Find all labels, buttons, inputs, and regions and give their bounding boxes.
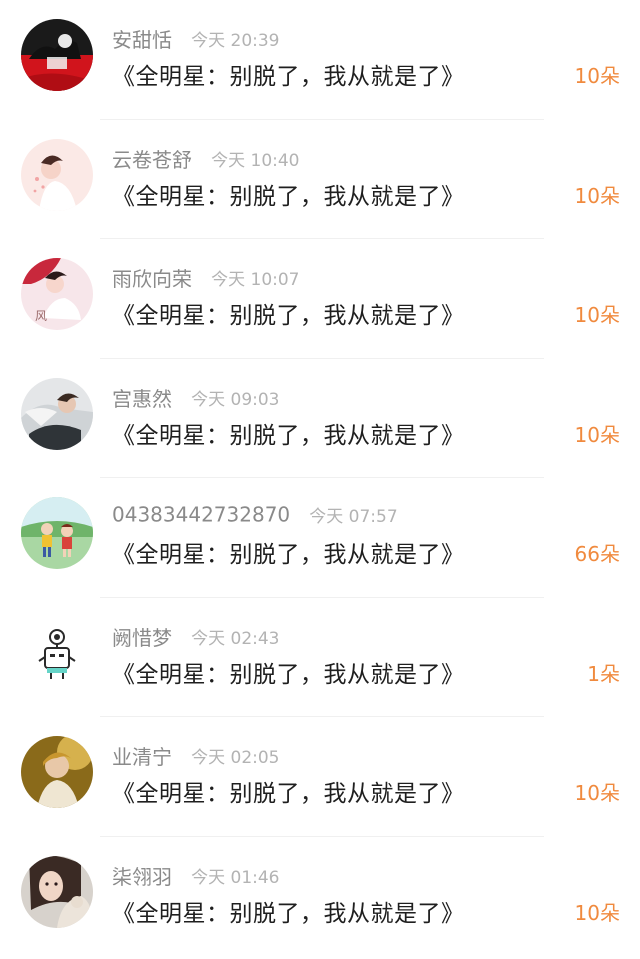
timestamp: 今天 01:46 <box>191 867 280 888</box>
avatar[interactable] <box>21 855 93 928</box>
flower-count: 10朵 <box>574 183 620 208</box>
user-name[interactable]: 宫惠然 <box>112 387 172 411</box>
user-avatar-photo-girl-icon <box>21 855 93 928</box>
flower-count: 10朵 <box>574 303 620 327</box>
gift-title: 《全明星：别脱了，我从就是了》 <box>112 183 465 210</box>
gift-title: 《全明星：别脱了，我从就是了》 <box>112 900 465 927</box>
user-name[interactable]: 04383442732870 <box>112 503 290 527</box>
flower-count: 66朵 <box>574 542 620 566</box>
list-item[interactable]: 云卷苍舒 今天 10:40 《全明星：别脱了，我从就是了》 10朵 <box>0 120 640 239</box>
avatar[interactable] <box>21 138 93 211</box>
item-meta: 云卷苍舒 今天 10:40 <box>112 144 300 172</box>
flower-count: 10朵 <box>574 64 620 88</box>
user-name[interactable]: 雨欣向荣 <box>112 267 192 291</box>
list-item[interactable]: 风 雨欣向荣 今天 10:07 《全明星：别脱了，我从就是了》 10朵 <box>0 239 640 359</box>
user-name[interactable]: 安甜恬 <box>112 28 172 52</box>
timestamp: 今天 10:40 <box>211 150 300 171</box>
flower-count: 10朵 <box>574 900 620 925</box>
timestamp: 今天 07:57 <box>309 507 398 527</box>
user-avatar-robot-icon <box>21 616 93 689</box>
timestamp: 今天 02:43 <box>191 628 280 649</box>
item-meta: 业清宁 今天 02:05 <box>112 741 280 769</box>
avatar[interactable] <box>21 19 93 91</box>
list-item[interactable]: 04383442732870 今天 07:57 《全明星：别脱了，我从就是了》 … <box>0 478 640 598</box>
avatar[interactable]: 风 <box>21 258 93 330</box>
item-meta: 阙惜梦 今天 02:43 <box>112 622 280 650</box>
list-item[interactable]: 业清宁 今天 02:05 《全明星：别脱了，我从就是了》 10朵 <box>0 717 640 837</box>
flower-count: 10朵 <box>574 781 620 805</box>
user-name[interactable]: 云卷苍舒 <box>112 148 192 172</box>
timestamp: 今天 10:07 <box>211 270 300 290</box>
list-item[interactable]: 阙惜梦 今天 02:43 《全明星：别脱了，我从就是了》 1朵 <box>0 598 640 717</box>
item-meta: 柒翎羽 今天 01:46 <box>112 861 280 889</box>
user-avatar-red-icon <box>21 19 93 91</box>
timestamp: 今天 09:03 <box>191 389 280 410</box>
gift-title: 《全明星：别脱了，我从就是了》 <box>112 661 465 688</box>
gift-title: 《全明星：别脱了，我从就是了》 <box>112 542 465 568</box>
avatar[interactable] <box>21 736 93 808</box>
item-meta: 宫惠然 今天 09:03 <box>112 383 280 411</box>
item-meta: 04383442732870 今天 07:57 <box>112 502 398 528</box>
item-meta: 雨欣向荣 今天 10:07 <box>112 263 300 291</box>
flower-count: 1朵 <box>587 661 620 686</box>
user-name[interactable]: 阙惜梦 <box>112 626 172 650</box>
gift-title: 《全明星：别脱了，我从就是了》 <box>112 303 465 329</box>
gift-title: 《全明星：别脱了，我从就是了》 <box>112 781 465 807</box>
svg-text:风: 风 <box>35 309 47 323</box>
flower-count: 10朵 <box>574 422 620 447</box>
gift-title: 《全明星：别脱了，我从就是了》 <box>112 64 465 90</box>
user-avatar-illustration-feng-icon: 风 <box>21 258 93 330</box>
item-meta: 安甜恬 今天 20:39 <box>112 24 280 52</box>
user-avatar-photo-child-icon <box>21 736 93 808</box>
list-item[interactable]: 安甜恬 今天 20:39 《全明星：别脱了，我从就是了》 10朵 <box>0 0 640 120</box>
user-name[interactable]: 柒翎羽 <box>112 865 172 889</box>
user-avatar-cartoon-kids-icon <box>21 497 93 569</box>
avatar[interactable] <box>21 377 93 450</box>
list-item[interactable]: 宫惠然 今天 09:03 《全明星：别脱了，我从就是了》 10朵 <box>0 359 640 478</box>
gift-list: 安甜恬 今天 20:39 《全明星：别脱了，我从就是了》 10朵 云卷苍舒 今天… <box>0 0 640 956</box>
timestamp: 今天 02:05 <box>191 748 280 768</box>
user-avatar-photo-boy-icon <box>21 377 93 450</box>
avatar[interactable] <box>21 497 93 569</box>
avatar[interactable] <box>21 616 93 689</box>
list-item[interactable]: 柒翎羽 今天 01:46 《全明星：别脱了，我从就是了》 10朵 <box>0 837 640 957</box>
user-name[interactable]: 业清宁 <box>112 745 172 769</box>
user-avatar-illustration-girl-icon <box>21 138 93 211</box>
gift-title: 《全明星：别脱了，我从就是了》 <box>112 422 465 449</box>
timestamp: 今天 20:39 <box>191 31 280 51</box>
